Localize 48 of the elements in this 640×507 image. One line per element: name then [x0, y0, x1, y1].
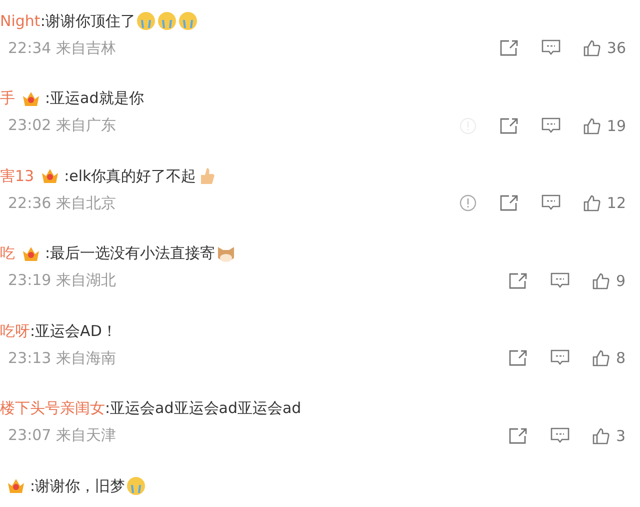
comment-text: :elk你真的好了不起 [64, 166, 196, 186]
share-icon[interactable] [498, 194, 519, 212]
share-icon[interactable] [498, 116, 519, 134]
comment-icon[interactable] [550, 426, 570, 444]
crying-emoji-icon [157, 11, 178, 31]
comment-icon[interactable] [540, 116, 561, 134]
comment-time: 22:34 来自吉林 [8, 38, 116, 58]
comment-time: 23:02 来自广东 [8, 116, 116, 135]
like-count: 3 [616, 426, 626, 444]
like-count: 8 [616, 349, 626, 367]
share-icon[interactable] [508, 426, 528, 444]
like-count: 9 [616, 272, 626, 290]
share-icon[interactable] [508, 349, 528, 367]
comment-time: 23:19 来自湖北 [8, 271, 116, 290]
comment-icon[interactable] [540, 39, 561, 57]
like-icon[interactable] [592, 349, 610, 367]
user-name[interactable]: 害13 [0, 166, 34, 186]
user-name[interactable]: Night [0, 12, 40, 30]
comment-text: :最后一选没有小法直接寄 [45, 244, 216, 263]
comment-time: 23:07 来自天津 [8, 426, 116, 445]
comment-time: 22:36 来自北京 [8, 194, 116, 212]
user-name[interactable]: 吃呀 [0, 322, 30, 340]
user-name[interactable]: 楼下头号亲闺女 [0, 399, 105, 418]
crying-emoji-icon [126, 476, 146, 496]
comment-text: :亚运ad就是你 [45, 89, 144, 108]
like-count: 36 [606, 39, 626, 57]
comment-text: :谢谢你顶住了 [40, 12, 136, 30]
comment-time: 23:13 来自海南 [8, 348, 116, 368]
comment-text: :谢谢你，旧梦 [30, 476, 126, 496]
comment-icon[interactable] [550, 349, 570, 367]
report-icon[interactable] [458, 194, 477, 212]
like-icon[interactable] [582, 39, 601, 57]
share-icon[interactable] [508, 272, 528, 290]
user-name[interactable]: 吃 [0, 244, 15, 263]
like-count: 12 [606, 194, 626, 212]
comment-icon[interactable] [540, 194, 561, 212]
like-count: 19 [606, 116, 626, 134]
comment-text: :亚运会AD！ [30, 322, 117, 340]
like-icon[interactable] [592, 272, 610, 290]
like-icon[interactable] [582, 116, 601, 134]
comment-text: :亚运会ad亚运会ad亚运会ad [105, 399, 302, 418]
comment-icon[interactable] [550, 272, 570, 290]
like-icon[interactable] [582, 194, 601, 212]
user-name[interactable]: 手 [0, 89, 15, 108]
like-icon[interactable] [592, 426, 610, 444]
crying-emoji-icon [178, 11, 198, 31]
share-icon[interactable] [498, 39, 519, 57]
crying-emoji-icon [136, 11, 156, 31]
